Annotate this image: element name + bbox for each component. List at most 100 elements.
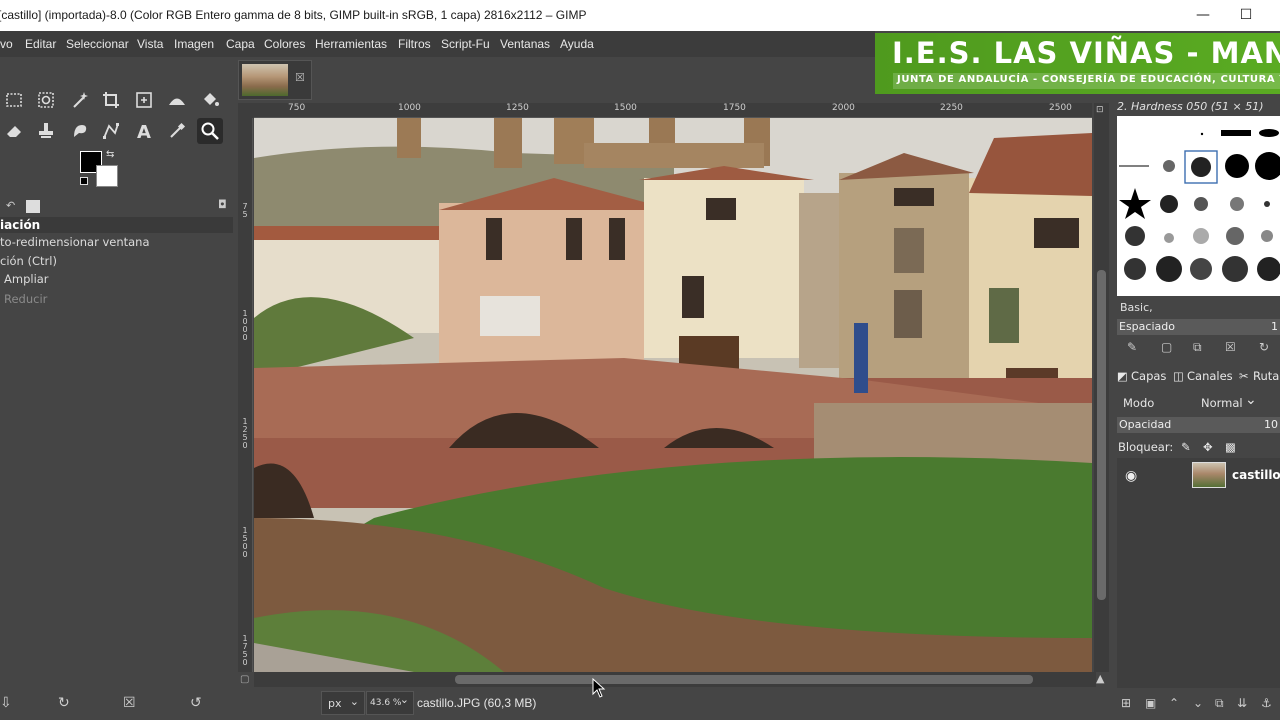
auto-resize-option[interactable]: to-redimensionar ventana <box>0 235 150 249</box>
zoom-to-fit-icon[interactable]: ⊡ <box>1096 105 1104 115</box>
duplicate-layer-icon[interactable]: ⧉ <box>1215 696 1224 711</box>
layer-list: ◉ castillo. <box>1117 458 1280 688</box>
menu-script-fu[interactable]: Script-Fu <box>441 37 490 51</box>
title-bar: [castillo] (importada)-8.0 (Color RGB En… <box>0 0 1280 31</box>
lock-position-icon[interactable]: ✥ <box>1203 440 1213 454</box>
tool-options-title: iación <box>0 218 41 232</box>
zoom-dropdown[interactable]: 43.6 % ⌄ <box>366 691 414 715</box>
ruler-v-label: 1 0 0 0 <box>242 309 248 342</box>
tab-paths[interactable]: Ruta <box>1253 369 1279 383</box>
lower-layer-icon[interactable]: ⌄ <box>1193 696 1203 710</box>
configure-tab-icon[interactable]: ◘ <box>218 198 227 211</box>
delete-brush-icon[interactable]: ☒ <box>1225 340 1236 354</box>
menu-vista[interactable]: Vista <box>137 37 163 51</box>
crop-icon[interactable] <box>98 87 124 113</box>
raise-layer-icon[interactable]: ⌃ <box>1169 696 1179 710</box>
menu-ayuda[interactable]: Ayuda <box>560 37 594 51</box>
text-tool-icon[interactable]: A <box>131 118 157 144</box>
duplicate-brush-icon[interactable]: ⧉ <box>1193 340 1202 355</box>
menu-editar[interactable]: Editar <box>25 37 56 51</box>
image-canvas[interactable] <box>254 118 1092 672</box>
color-picker-icon[interactable] <box>164 118 190 144</box>
spacing-slider[interactable]: Espaciado 1 <box>1117 319 1280 335</box>
images-tab-icon[interactable] <box>26 200 40 213</box>
menu-imagen[interactable]: Imagen <box>174 37 214 51</box>
vertical-scrollbar[interactable]: ⊡ <box>1094 103 1109 672</box>
direction-label: ción (Ctrl) <box>0 254 57 268</box>
menu-seleccionar[interactable]: Seleccionar <box>66 37 129 51</box>
school-banner: I.E.S. LAS VIÑAS - MANILV JUNTA DE ANDAL… <box>875 33 1280 94</box>
ruler-v-label: 1 5 0 0 <box>242 526 248 559</box>
ruler-corner[interactable] <box>238 103 254 118</box>
menu-capa[interactable]: Capa <box>226 37 255 51</box>
paths-icon[interactable] <box>98 118 124 144</box>
navigate-icon[interactable]: ▲ <box>1096 672 1104 685</box>
brush-grid[interactable] <box>1117 116 1280 296</box>
ruler-label: 2250 <box>940 103 963 113</box>
rect-select-icon[interactable] <box>1 87 27 113</box>
lock-pixels-icon[interactable]: ✎ <box>1181 440 1191 454</box>
brush-actions: ✎ ▢ ⧉ ☒ ↻ <box>1117 340 1280 358</box>
menu-filtros[interactable]: Filtros <box>398 37 431 51</box>
brush-preset[interactable]: Basic, <box>1120 301 1153 314</box>
quick-mask-icon[interactable]: ▢ <box>240 674 249 685</box>
merge-layer-icon[interactable]: ⇊ <box>1237 696 1247 710</box>
banner-title: I.E.S. LAS VIÑAS - MANILV <box>892 36 1280 70</box>
horizontal-scroll-thumb[interactable] <box>455 675 1033 684</box>
menu-bar: vo Editar Seleccionar Vista Imagen Capa … <box>0 31 875 57</box>
ruler-label: 1250 <box>506 103 529 113</box>
menu-ventanas[interactable]: Ventanas <box>500 37 550 51</box>
reset-colors-icon[interactable] <box>80 177 88 185</box>
menu-herramientas[interactable]: Herramientas <box>315 37 387 51</box>
edit-brush-icon[interactable]: ✎ <box>1127 340 1137 354</box>
zoom-in-radio[interactable]: Ampliar <box>4 272 49 286</box>
background-color[interactable] <box>96 165 118 187</box>
new-group-icon[interactable]: ▣ <box>1145 696 1156 710</box>
clone-icon[interactable] <box>33 118 59 144</box>
toolbox-dock: A ⇆ ↶ ◘ iación to-redimensionar ventana … <box>0 57 233 720</box>
unit-dropdown[interactable]: px ⌄ <box>321 691 365 715</box>
fuzzy-select-icon[interactable] <box>33 87 59 113</box>
warp-transform-icon[interactable] <box>164 87 190 113</box>
smudge-icon[interactable] <box>67 118 93 144</box>
swap-colors-icon[interactable]: ⇆ <box>106 149 114 160</box>
menu-colores[interactable]: Colores <box>264 37 305 51</box>
magic-wand-icon[interactable] <box>67 87 93 113</box>
bucket-fill-icon[interactable] <box>197 87 223 113</box>
opacity-slider[interactable]: Opacidad 10 <box>1117 417 1280 433</box>
ruler-label: 2500 <box>1049 103 1072 113</box>
zoom-out-radio[interactable]: Reducir <box>4 292 47 306</box>
tab-channels[interactable]: Canales <box>1187 369 1233 383</box>
unified-transform-icon[interactable] <box>131 87 157 113</box>
new-brush-icon[interactable]: ▢ <box>1161 340 1172 354</box>
lock-alpha-icon[interactable]: ▩ <box>1225 440 1236 454</box>
horizontal-scrollbar[interactable]: ▲ <box>254 672 1104 687</box>
minimize-button[interactable]: — <box>1192 5 1214 25</box>
ruler-label: 2000 <box>832 103 855 113</box>
maximize-button[interactable]: ☐ <box>1235 5 1257 25</box>
horizontal-ruler[interactable]: 750 1000 1250 1500 1750 2000 2250 2500 <box>254 103 1092 118</box>
delete-options-icon[interactable]: ☒ <box>123 695 136 711</box>
chevron-down-icon: ⌄ <box>399 693 409 706</box>
restore-options-icon[interactable]: ↻ <box>58 695 70 711</box>
tab-layers[interactable]: Capas <box>1131 369 1166 383</box>
new-layer-icon[interactable]: ⊞ <box>1121 696 1131 710</box>
eye-icon[interactable]: ◉ <box>1125 468 1137 484</box>
vertical-scroll-thumb[interactable] <box>1097 270 1106 600</box>
eraser-icon[interactable] <box>1 118 27 144</box>
layer-name: castillo. <box>1232 468 1280 482</box>
reset-options-icon[interactable]: ↺ <box>190 695 202 711</box>
anchor-layer-icon[interactable]: ⚓ <box>1261 696 1272 710</box>
close-tab-icon[interactable]: ☒ <box>295 71 305 84</box>
chevron-down-icon[interactable]: ⌄ <box>1245 392 1257 408</box>
brush-title: 2. Hardness 050 (51 × 51) <box>1117 100 1264 113</box>
zoom-tool-icon[interactable] <box>197 118 223 144</box>
menu-archivo[interactable]: vo <box>0 37 13 51</box>
undo-history-icon[interactable]: ↶ <box>6 199 15 212</box>
mode-dropdown[interactable]: Normal <box>1201 396 1243 410</box>
opacity-label: Opacidad <box>1119 418 1172 431</box>
refresh-brushes-icon[interactable]: ↻ <box>1259 340 1269 354</box>
layer-row[interactable]: ◉ castillo. <box>1117 458 1280 494</box>
save-options-icon[interactable]: ⇩ <box>0 695 12 711</box>
image-tab[interactable]: ☒ <box>238 60 312 100</box>
